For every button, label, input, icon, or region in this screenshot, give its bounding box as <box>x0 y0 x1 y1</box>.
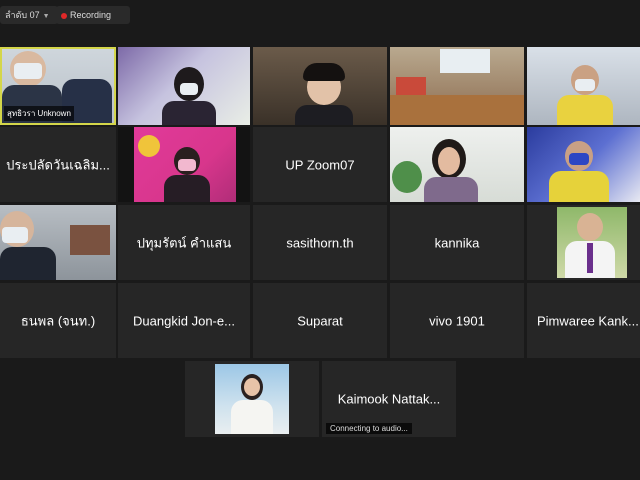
profile-photo <box>215 364 289 434</box>
participant-name: Pimwaree Kank... <box>537 313 639 328</box>
video-tile[interactable] <box>390 47 524 125</box>
logo-emblem <box>138 135 160 157</box>
participant-body <box>231 400 273 434</box>
participant-name: ประปลัดวันเฉลิม... <box>6 157 110 172</box>
participant-head <box>244 378 260 396</box>
meeting-toolbar: ลำดับ 07 ▼ Recording <box>0 0 640 32</box>
participant-body <box>557 95 613 125</box>
camera-feed <box>527 47 640 125</box>
video-tile-active-speaker[interactable]: สุทธิวรา Unknown <box>0 47 116 125</box>
video-tile[interactable]: ธนพล (จนท.) <box>0 283 116 358</box>
view-selector[interactable]: ลำดับ 07 ▼ <box>0 6 58 24</box>
participant-hair <box>303 63 345 81</box>
video-tile[interactable]: Duangkid Jon-e... <box>118 283 250 358</box>
participant-name: Duangkid Jon-e... <box>133 313 235 328</box>
room-furniture <box>390 95 524 125</box>
participant-name: UP Zoom07 <box>285 157 355 172</box>
participant-name: Kaimook Nattak... <box>337 391 441 407</box>
face-mask <box>569 153 589 165</box>
participant-name-label: สุทธิวรา Unknown <box>4 106 74 121</box>
video-tile[interactable] <box>527 205 640 280</box>
camera-feed <box>253 47 387 125</box>
participant-name: vivo 1901 <box>429 313 485 328</box>
video-tile[interactable] <box>118 127 250 202</box>
video-tile[interactable]: UP Zoom07 <box>253 127 387 202</box>
recording-indicator[interactable]: Recording <box>56 6 130 24</box>
face-mask <box>575 79 595 91</box>
video-tile[interactable]: vivo 1901 <box>390 283 524 358</box>
video-tile[interactable]: sasithorn.th <box>253 205 387 280</box>
participant-body <box>549 171 609 202</box>
video-tile[interactable] <box>0 205 116 280</box>
participant-name: ปทุมรัตน์ คำแสน <box>136 235 232 250</box>
record-icon <box>61 12 67 19</box>
projection-screen <box>440 49 490 73</box>
participant-name: sasithorn.th <box>286 235 354 250</box>
participant-head <box>577 213 603 241</box>
participant-name: Suparat <box>297 313 343 328</box>
camera-feed <box>390 127 524 202</box>
necktie <box>587 243 593 273</box>
video-tile[interactable]: kannika <box>390 205 524 280</box>
profile-photo <box>557 207 627 278</box>
video-tile[interactable] <box>527 127 640 202</box>
video-tile[interactable] <box>390 127 524 202</box>
video-tile[interactable]: ปทุมรัตน์ คำแสน <box>118 205 250 280</box>
face-mask <box>14 63 42 79</box>
video-tile[interactable]: ประปลัดวันเฉลิม... <box>0 127 116 202</box>
video-tile[interactable] <box>185 361 319 437</box>
video-tile[interactable] <box>253 47 387 125</box>
video-tile[interactable] <box>118 47 250 125</box>
room-decoration <box>396 77 426 95</box>
chevron-down-icon: ▼ <box>42 13 50 20</box>
participant-body <box>164 175 210 202</box>
participant-name: ธนพล (จนท.) <box>20 313 96 328</box>
camera-feed <box>118 47 250 125</box>
participant-name: kannika <box>434 235 480 250</box>
participant-body <box>295 105 353 125</box>
video-tile[interactable]: Kaimook Nattak... Connecting to audio... <box>322 361 456 437</box>
camera-feed <box>390 47 524 125</box>
face-mask <box>180 83 198 95</box>
participant-body <box>424 177 478 202</box>
video-tile[interactable]: Pimwaree Kank... <box>527 283 640 358</box>
video-tile[interactable] <box>527 47 640 125</box>
face-mask <box>178 159 196 171</box>
recording-label: Recording <box>70 10 112 20</box>
camera-feed <box>0 205 116 280</box>
video-tile[interactable]: Suparat <box>253 283 387 358</box>
camera-feed <box>118 127 250 202</box>
participant-head <box>438 147 460 175</box>
camera-feed <box>527 127 640 202</box>
plant-decoration <box>392 161 422 193</box>
participant-body <box>162 101 216 125</box>
face-mask <box>2 227 28 243</box>
background-furniture <box>70 225 110 255</box>
audio-status-label: Connecting to audio... <box>326 423 412 434</box>
participant-body <box>0 247 56 280</box>
view-label: ลำดับ 07 <box>5 10 40 20</box>
